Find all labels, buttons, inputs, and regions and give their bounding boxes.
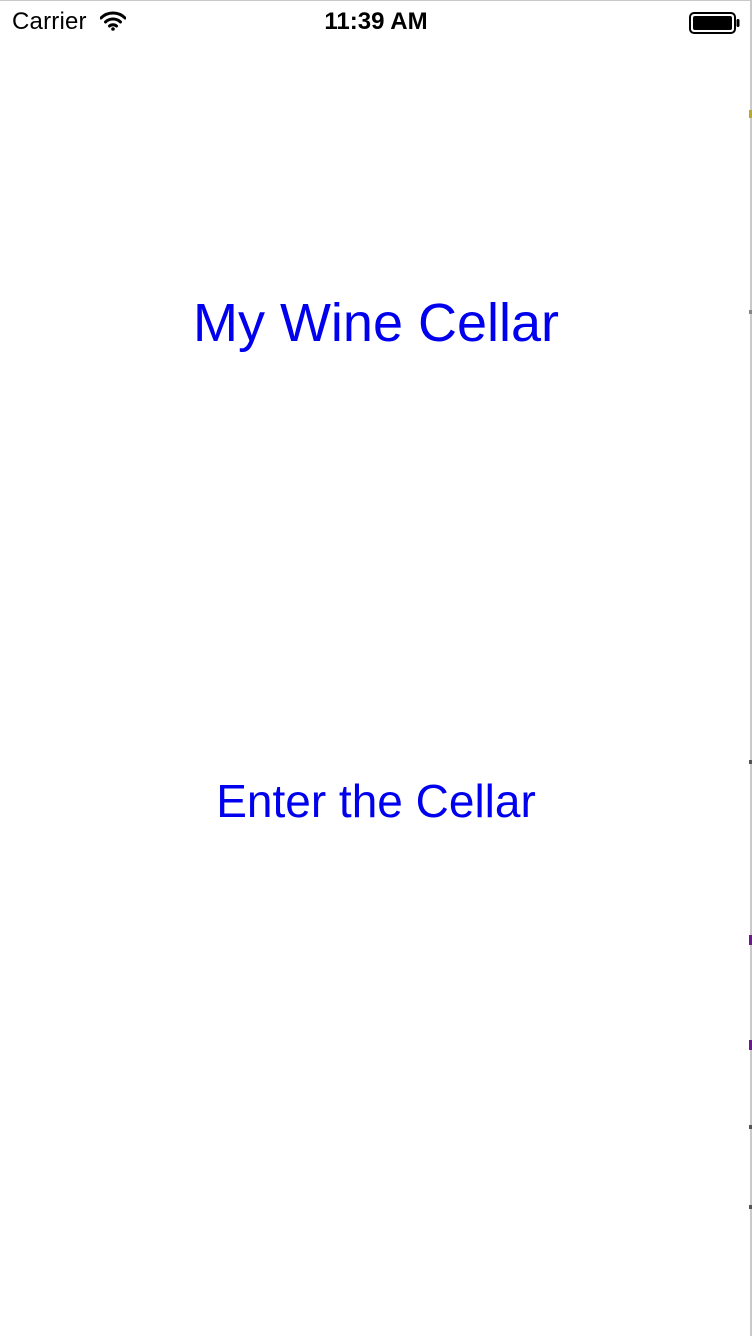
page-title: My Wine Cellar: [192, 293, 560, 353]
battery-full-icon: [689, 12, 741, 34]
status-bar: Carrier 11:39 AM: [0, 0, 752, 44]
enter-cellar-button[interactable]: Enter the Cellar: [176, 770, 576, 832]
status-time: 11:39 AM: [324, 8, 428, 35]
app-screen: Carrier 11:39 AM My Wine Cellar Enter th…: [0, 0, 752, 1336]
